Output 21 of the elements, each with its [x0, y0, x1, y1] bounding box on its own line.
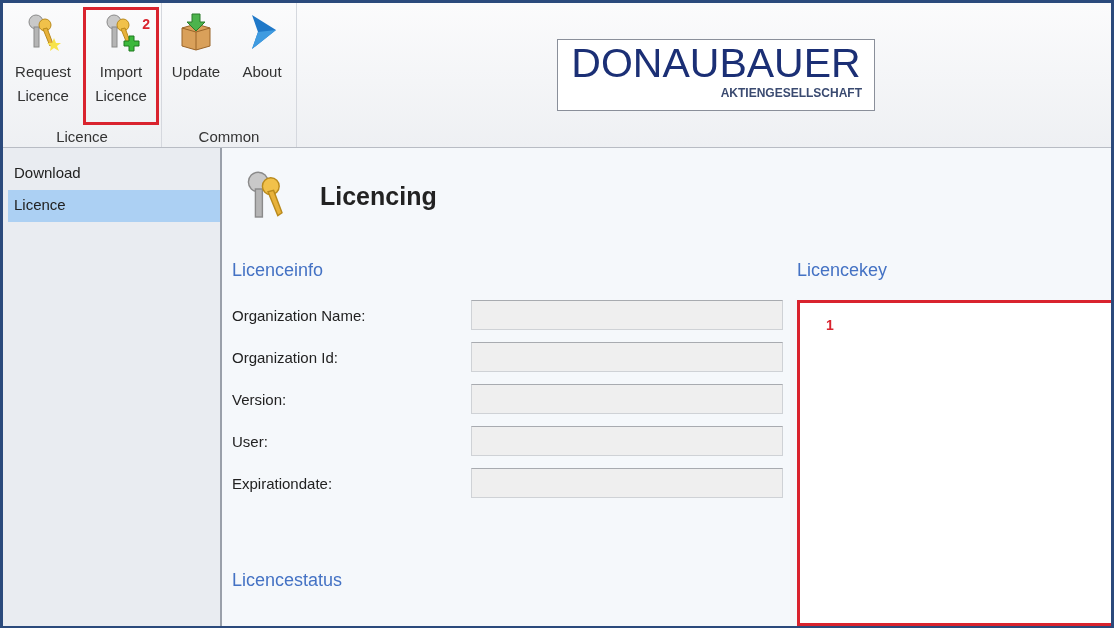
page-title: Licencing: [320, 181, 437, 211]
section-title: Licencekey: [797, 260, 889, 282]
ribbon-button[interactable]: Update: [164, 7, 228, 125]
section-title: Licenceinfo: [232, 260, 325, 282]
marker-number: 2: [142, 15, 150, 34]
section-title: Licencestatus: [232, 570, 344, 592]
ribbon-button[interactable]: About: [230, 7, 294, 125]
field-label: Organization Id:: [232, 348, 339, 366]
field-label: Organization Name:: [232, 306, 367, 324]
group-label: Common: [197, 128, 261, 147]
sidebar-item[interactable]: Licence: [8, 190, 220, 222]
field-label: User:: [232, 432, 269, 450]
ribbon-button[interactable]: 2 Import Licence: [83, 7, 159, 125]
company-logo: DONAUBAUER AKTIENGESELLSCHAFT: [557, 39, 875, 111]
field-label: Version:: [232, 390, 288, 408]
field-label: Expirationdate:: [232, 474, 334, 492]
sidebar-item[interactable]: Download: [8, 158, 220, 190]
group-label: Licence: [55, 128, 109, 147]
licence-key-field[interactable]: 1: [797, 300, 1111, 626]
marker-number: 1: [826, 317, 834, 333]
ribbon-button[interactable]: Request Licence: [5, 7, 81, 125]
